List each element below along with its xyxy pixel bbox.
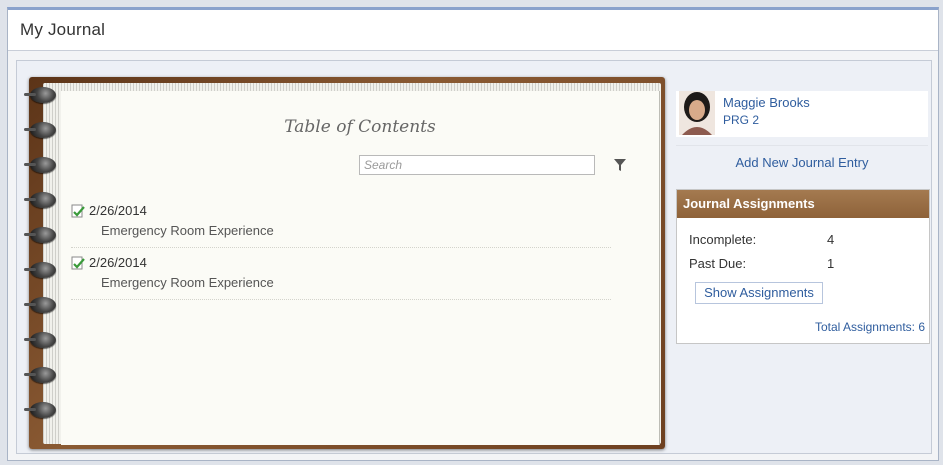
program-link[interactable]: PRG 2	[723, 113, 759, 127]
spiral-ring-icon	[24, 297, 56, 313]
past-due-count: 1	[827, 256, 835, 271]
title-bar: My Journal	[8, 10, 938, 51]
spiral-ring-icon	[24, 122, 56, 138]
spiral-ring-icon	[24, 157, 56, 173]
toc-title: Table of Contents	[284, 117, 436, 137]
spiral-binding	[24, 87, 60, 437]
filter-icon[interactable]	[614, 158, 626, 172]
incomplete-label: Incomplete:	[689, 232, 757, 247]
edit-document-icon	[71, 204, 85, 218]
past-due-label: Past Due:	[689, 256, 747, 271]
spiral-ring-icon	[24, 227, 56, 243]
notebook-cover: Table of Contents Search 2/26/2014 Emerg…	[24, 77, 665, 449]
entry-subject: Emergency Room Experience	[101, 275, 274, 290]
incomplete-count: 4	[827, 232, 835, 247]
past-due-row: Past Due: 1	[689, 256, 834, 271]
assignments-header: Journal Assignments	[677, 190, 929, 218]
show-assignments-button[interactable]: Show Assignments	[695, 282, 823, 304]
user-name-link[interactable]: Maggie Brooks	[723, 95, 810, 110]
journal-window: My Journal Table of Contents Search 2/26…	[7, 7, 939, 461]
entry-date: 2/26/2014	[89, 203, 147, 218]
journal-entry[interactable]: 2/26/2014 Emergency Room Experience	[71, 201, 611, 248]
journal-entry[interactable]: 2/26/2014 Emergency Room Experience	[71, 253, 611, 300]
spiral-ring-icon	[24, 87, 56, 103]
spiral-ring-icon	[24, 367, 56, 383]
total-assignments-link[interactable]: Total Assignments: 6	[815, 320, 925, 334]
journal-content: Table of Contents Search 2/26/2014 Emerg…	[16, 60, 932, 454]
entry-date: 2/26/2014	[89, 255, 147, 270]
spiral-ring-icon	[24, 402, 56, 418]
notebook-page-stack: Table of Contents Search 2/26/2014 Emerg…	[43, 83, 661, 445]
spiral-ring-icon	[24, 332, 56, 348]
window-title: My Journal	[20, 20, 106, 39]
journal-assignments-panel: Journal Assignments Incomplete: 4 Past D…	[676, 189, 930, 344]
spiral-ring-icon	[24, 262, 56, 278]
add-journal-entry-button[interactable]: Add New Journal Entry	[676, 145, 928, 180]
entry-subject: Emergency Room Experience	[101, 223, 274, 238]
avatar	[679, 91, 715, 135]
spiral-ring-icon	[24, 192, 56, 208]
search-input[interactable]: Search	[359, 155, 595, 175]
incomplete-row: Incomplete: 4	[689, 232, 834, 247]
user-profile: Maggie Brooks PRG 2	[676, 91, 928, 137]
edit-document-icon	[71, 256, 85, 270]
notebook-page: Table of Contents Search 2/26/2014 Emerg…	[61, 91, 660, 445]
